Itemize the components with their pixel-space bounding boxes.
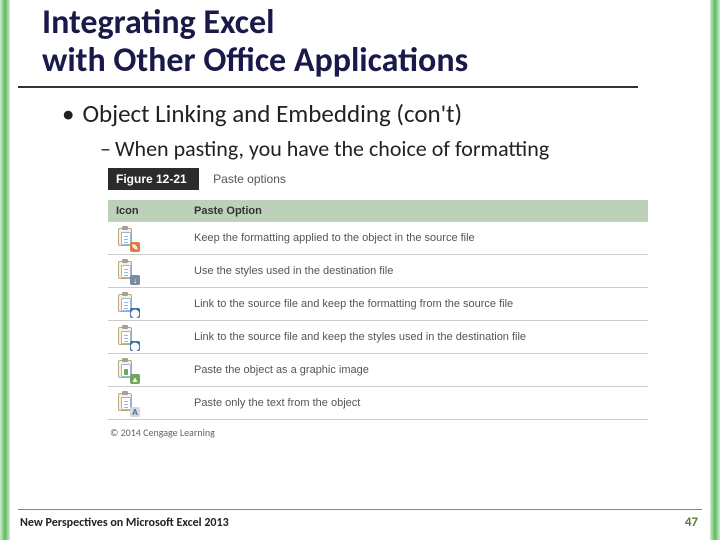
table-row: ⬤ Link to the source file and keep the f… [108,288,648,321]
paste-link-keep-source-formatting-icon: ⬤ [116,292,138,316]
bullet1-text: Object Linking and Embedding (con't) [82,98,462,129]
bullet-level-1: • Object Linking and Embedding (con't) [62,98,702,129]
bullet-dash-icon: – [100,135,111,162]
paste-icon-cell: ✎ [108,222,186,254]
figure-caption: Paste options [213,172,286,186]
slide-title: Integrating Excel with Other Office Appl… [18,0,638,88]
paste-as-picture-icon: ▲ [116,358,138,382]
paste-icon-cell: ↓ [108,255,186,287]
table-row: ↓ Use the styles used in the destination… [108,255,648,288]
title-line-2: with Other Office Applications [42,40,468,81]
paste-use-destination-styles-icon: ↓ [116,259,138,283]
paste-option-text: Paste only the text from the object [186,393,648,413]
table-header-row: Icon Paste Option [108,200,648,222]
paste-icon-cell: ⬤ [108,288,186,320]
bullet-dot-icon: • [62,98,74,129]
paste-keep-source-formatting-icon: ✎ [116,226,138,250]
accent-bar-right [710,0,720,540]
paste-option-text: Link to the source file and keep the sty… [186,327,648,347]
figure-label: Figure 12-21 [108,168,199,190]
paste-option-text: Use the styles used in the destination f… [186,261,648,281]
accent-bar-left [0,0,10,540]
copyright-text: © 2014 Cengage Learning [110,426,702,439]
footer-divider [18,509,702,510]
figure: Figure 12-21 Paste options Icon Paste Op… [108,168,702,420]
paste-icon-cell: ▲ [108,354,186,386]
footer-book-title: New Perspectives on Microsoft Excel 2013 [20,516,229,530]
paste-option-text: Link to the source file and keep the for… [186,294,648,314]
paste-option-text: Keep the formatting applied to the objec… [186,228,648,248]
paste-icon-cell: A [108,387,186,419]
header-option: Paste Option [186,201,648,221]
paste-icon-cell: ⬤ [108,321,186,353]
paste-text-only-icon: A [116,391,138,415]
bullet-level-2: –When pasting, you have the choice of fo… [100,135,702,162]
paste-link-use-destination-styles-icon: ⬤ [116,325,138,349]
slide-content: Integrating Excel with Other Office Appl… [18,0,702,540]
slide-number: 47 [685,515,698,530]
table-row: ▲ Paste the object as a graphic image [108,354,648,387]
figure-table: Icon Paste Option ✎ Keep the formatting … [108,200,648,420]
bullet2-text: When pasting, you have the choice of for… [115,135,549,162]
paste-option-text: Paste the object as a graphic image [186,360,648,380]
table-row: ✎ Keep the formatting applied to the obj… [108,222,648,255]
header-icon: Icon [108,201,186,221]
table-row: ⬤ Link to the source file and keep the s… [108,321,648,354]
title-line-1: Integrating Excel [42,2,275,43]
table-row: A Paste only the text from the object [108,387,648,420]
